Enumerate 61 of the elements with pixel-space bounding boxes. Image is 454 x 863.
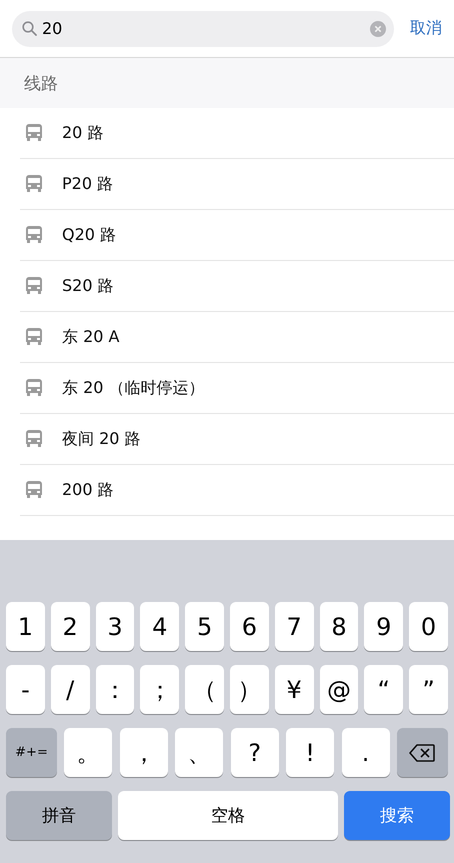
route-item[interactable]: 20 路	[20, 108, 454, 159]
search-icon	[22, 21, 37, 36]
bus-icon	[26, 481, 42, 499]
keyboard-key[interactable]: ）	[230, 665, 269, 714]
keyboard-key[interactable]: ；	[140, 665, 180, 714]
route-item[interactable]: 夜间 20 路	[20, 414, 454, 465]
keyboard-key[interactable]: 9	[364, 602, 404, 651]
keyboard-key[interactable]: 1	[6, 602, 45, 651]
keyboard-key[interactable]: 8	[320, 602, 358, 651]
keyboard-key[interactable]: /	[50, 665, 90, 714]
keyboard-key[interactable]: 。	[64, 728, 112, 777]
route-name: P20 路	[62, 174, 114, 194]
section-title: 线路	[24, 72, 58, 94]
keyboard-key[interactable]: 2	[50, 602, 90, 651]
keyboard-key[interactable]: 0	[409, 602, 448, 651]
keyboard-key[interactable]: ”	[409, 665, 448, 714]
route-item[interactable]: 200 路	[20, 465, 454, 516]
keyboard-key[interactable]: 7	[274, 602, 314, 651]
search-field[interactable]: 20	[12, 10, 394, 46]
route-item[interactable]: Q20 路	[20, 210, 454, 261]
route-name: S20 路	[62, 276, 114, 296]
delete-key[interactable]	[396, 728, 448, 777]
cancel-button[interactable]: 取消	[410, 18, 442, 39]
backspace-icon	[409, 744, 436, 762]
keyboard-key[interactable]: 6	[230, 602, 269, 651]
search-query: 20	[42, 19, 62, 38]
keyboard-key[interactable]: 5	[185, 602, 224, 651]
keyboard-key[interactable]: .	[342, 728, 390, 777]
bus-icon	[26, 379, 42, 397]
route-name: 东 20 （临时停运）	[62, 378, 205, 398]
route-name: 夜间 20 路	[62, 428, 141, 450]
keyboard-key[interactable]: （	[185, 665, 224, 714]
keyboard-key[interactable]: #+=	[6, 728, 57, 777]
route-name: 20 路	[62, 122, 104, 144]
keyboard-key[interactable]: -	[6, 665, 45, 714]
route-item[interactable]: 东 20 A	[20, 312, 454, 363]
keyboard-key[interactable]: “	[364, 665, 404, 714]
route-name: 200 路	[62, 480, 114, 500]
route-name: 东 20 A	[62, 326, 120, 348]
keyboard-key[interactable]: 拼音	[6, 791, 112, 840]
bus-icon	[26, 226, 42, 244]
keyboard-key[interactable]: @	[320, 665, 358, 714]
bus-icon	[26, 430, 42, 448]
route-item[interactable]: P20 路	[20, 159, 454, 210]
route-item[interactable]: 东 20 （临时停运）	[20, 363, 454, 414]
bus-icon	[26, 328, 42, 346]
keyboard-key[interactable]: !	[286, 728, 334, 777]
keyboard-key[interactable]: 4	[140, 602, 180, 651]
keyboard-key[interactable]: ?	[230, 728, 279, 777]
keyboard-key[interactable]: ，	[120, 728, 168, 777]
bus-icon	[26, 124, 42, 142]
keyboard-key[interactable]: ：	[96, 665, 134, 714]
route-item[interactable]: S20 路	[20, 261, 454, 312]
keyboard-key[interactable]: 3	[96, 602, 134, 651]
keyboard-key[interactable]: 、	[175, 728, 224, 777]
keyboard-key[interactable]: ¥	[274, 665, 314, 714]
bus-icon	[26, 277, 42, 295]
bus-icon	[26, 175, 42, 193]
search-key[interactable]: 搜索	[344, 791, 450, 840]
space-key[interactable]: 空格	[118, 791, 338, 840]
route-name: Q20 路	[62, 224, 116, 246]
